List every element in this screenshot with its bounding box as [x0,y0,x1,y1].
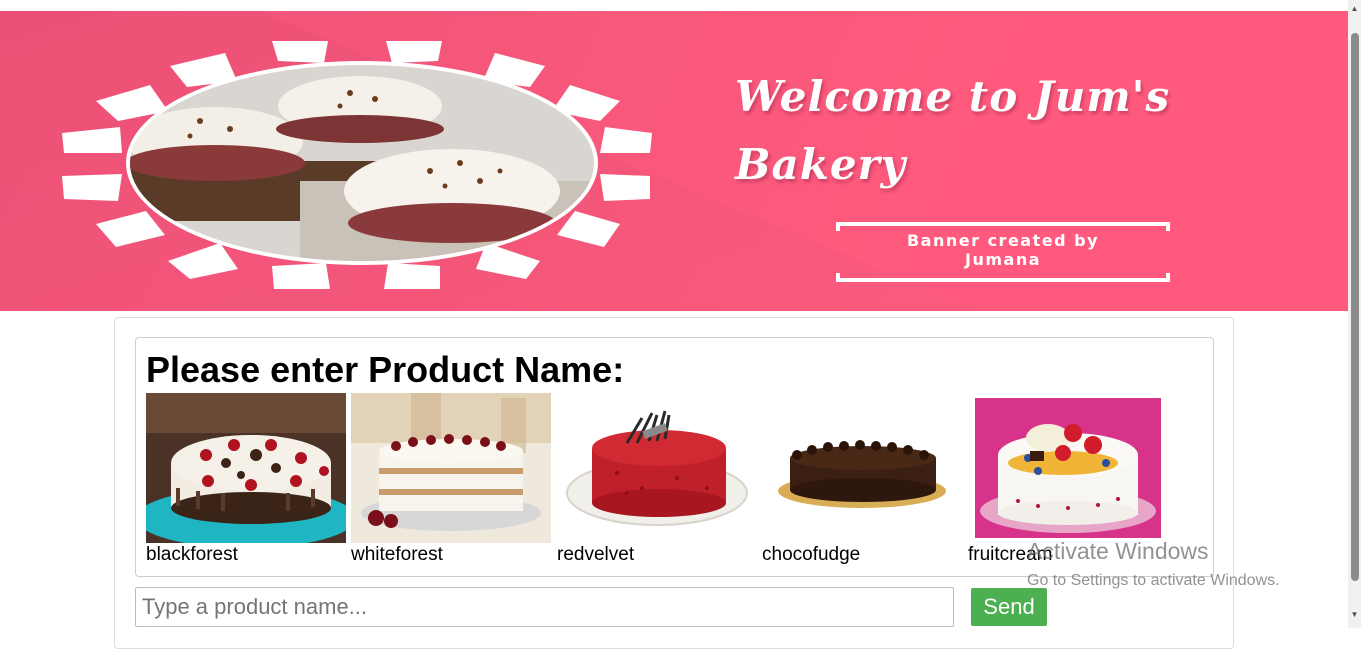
product-item-redvelvet[interactable]: redvelvet [557,393,757,565]
page-scrollbar[interactable]: ▲ ▼ [1348,0,1361,628]
page-heading: Please enter Product Name: [146,349,625,390]
product-item-whiteforest[interactable]: whiteforest [351,393,551,565]
activate-windows-title: Activate Windows [1027,538,1209,564]
top-strip [0,0,1348,11]
banner-title: Welcome to Jum's Bakery [735,63,1325,199]
product-label: redvelvet [557,544,635,565]
fruitcream-cake-image [968,393,1168,543]
product-item-fruitcream[interactable]: fruitcream [968,393,1168,565]
banner-title-line2: Bakery [735,140,907,189]
product-item-blackforest[interactable]: blackforest [146,393,346,565]
whiteforest-cake-image [351,393,551,543]
banner-credit-line2: Jumana [965,250,1041,269]
activate-windows-subtitle: Go to Settings to activate Windows. [1027,572,1280,589]
product-label: chocofudge [762,544,861,565]
scrollbar-thumb[interactable] [1351,33,1359,581]
blackforest-cake-image [146,393,346,543]
send-button[interactable]: Send [971,588,1047,626]
scroll-up-arrow-icon[interactable]: ▲ [1348,2,1361,16]
banner-credit: Banner created by Jumana [838,231,1168,269]
product-label: whiteforest [351,544,443,565]
product-item-chocofudge[interactable]: chocofudge [762,393,962,565]
product-search-input[interactable] [135,587,954,627]
chocofudge-cake-image [762,393,962,543]
banner-credit-line1: Banner created by [906,231,1099,250]
scroll-down-arrow-icon[interactable]: ▼ [1348,608,1361,622]
banner-title-line1: Welcome to Jum's [735,72,1171,121]
banner: Welcome to Jum's Bakery Banner created b… [0,11,1348,311]
redvelvet-cake-image [557,393,757,543]
product-label: blackforest [146,544,238,565]
